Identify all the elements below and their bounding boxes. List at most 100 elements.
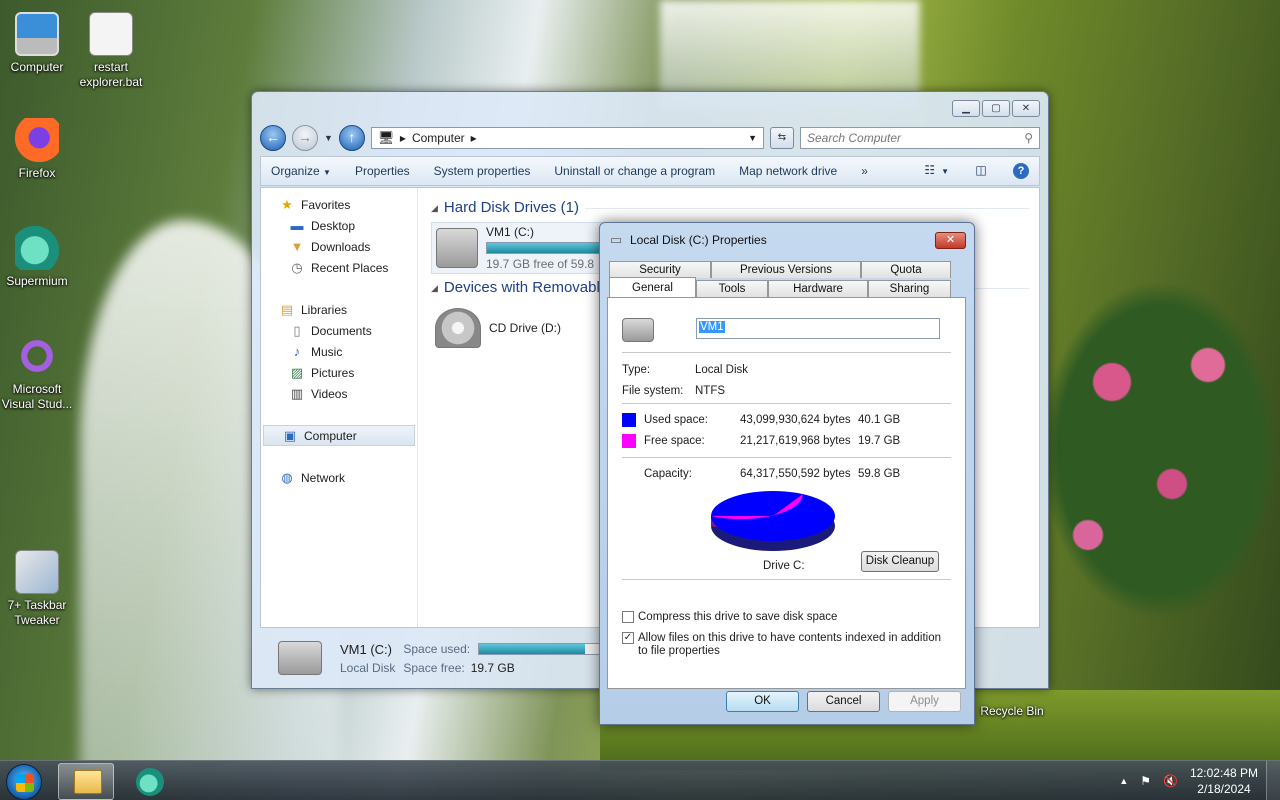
up-button[interactable]: ↑	[338, 125, 365, 151]
refresh-button[interactable]: ⇆	[770, 127, 794, 149]
details-type: Local Disk	[340, 660, 396, 675]
nav-label: Network	[301, 470, 346, 485]
properties-button[interactable]: Properties	[355, 164, 410, 178]
nav-computer[interactable]: ▣ Computer	[263, 425, 415, 446]
dialog-close-button[interactable]: ✕	[935, 232, 966, 249]
breadcrumb-separator-icon[interactable]: ▸	[471, 131, 477, 145]
batch-file-icon	[89, 12, 133, 56]
desktop-icon-recycle-bin[interactable]: Recycle Bin	[972, 704, 1052, 719]
action-center-icon[interactable]: ⚑	[1140, 774, 1151, 788]
type-value: Local Disk	[695, 364, 749, 376]
free-space-swatch	[622, 434, 636, 448]
drive-name: CD Drive (D:)	[489, 321, 561, 335]
collapse-icon[interactable]: ◢	[431, 274, 438, 302]
close-button[interactable]: ✕	[1012, 100, 1040, 117]
desktop-icon-label: 7+ Taskbar Tweaker	[7, 598, 67, 627]
nav-label: Pictures	[311, 365, 355, 380]
window-controls: ▁ ▢ ✕	[952, 100, 1040, 117]
breadcrumb-separator-icon[interactable]: ▸	[400, 131, 406, 145]
show-hidden-icons-icon[interactable]: ▲	[1119, 776, 1128, 786]
forward-button[interactable]: →	[292, 125, 318, 151]
nav-network[interactable]: ◍ Network	[261, 467, 417, 488]
tab-tools[interactable]: Tools	[696, 280, 768, 297]
nav-documents[interactable]: ▯ Documents	[261, 320, 417, 341]
organize-button[interactable]: Organize ▼	[271, 164, 331, 178]
desktop-icon-taskbar-tweaker[interactable]: 7+ Taskbar Tweaker	[0, 550, 77, 628]
maximize-button[interactable]: ▢	[982, 100, 1010, 117]
apply-button[interactable]: Apply	[888, 691, 961, 712]
cancel-button[interactable]: Cancel	[807, 691, 880, 712]
compress-checkbox[interactable]	[622, 611, 634, 623]
nav-favorites[interactable]: ★ Favorites	[261, 194, 417, 215]
more-commands-button[interactable]: »	[861, 164, 868, 178]
map-network-drive-button[interactable]: Map network drive	[739, 164, 837, 178]
preview-pane-button[interactable]: ◫	[973, 163, 989, 179]
taskbar-explorer-button[interactable]	[58, 763, 114, 800]
change-view-button[interactable]: ☷ ▼	[922, 163, 949, 179]
recent-places-icon: ◷	[291, 259, 303, 275]
desktop-icon-supermium[interactable]: Supermium	[0, 226, 77, 289]
address-bar[interactable]: 🖥 ▸ Computer ▸ ▼	[370, 127, 764, 149]
desktop-icon-computer[interactable]: Computer	[0, 12, 77, 75]
start-button[interactable]	[6, 764, 42, 800]
nav-recent-places[interactable]: ◷ Recent Places	[261, 257, 417, 278]
nav-videos[interactable]: ▥ Videos	[261, 383, 417, 404]
desktop-icon-label: Computer	[10, 60, 64, 74]
nav-pictures[interactable]: ▨ Pictures	[261, 362, 417, 383]
tab-security[interactable]: Security	[609, 261, 711, 278]
help-icon[interactable]: ?	[1013, 163, 1029, 179]
tab-hardware[interactable]: Hardware	[768, 280, 868, 297]
back-button[interactable]: ←	[260, 125, 286, 151]
nav-libraries[interactable]: ▤ Libraries	[261, 299, 417, 320]
ok-button[interactable]: OK	[726, 691, 799, 712]
divider	[622, 579, 951, 580]
tab-quota[interactable]: Quota	[861, 261, 951, 278]
recent-pages-dropdown-icon[interactable]: ▼	[324, 133, 333, 143]
desktop-icon-restart-explorer[interactable]: restart explorer.bat	[71, 12, 151, 90]
nav-music[interactable]: ♪ Music	[261, 341, 417, 362]
type-label: Type:	[622, 364, 651, 376]
search-input[interactable]: Search Computer ⚲	[800, 127, 1040, 149]
chevron-down-icon: ▼	[323, 168, 331, 177]
compress-option[interactable]: Compress this drive to save disk space	[622, 611, 837, 623]
type-row: Type: Local Disk	[622, 364, 748, 376]
taskbar-supermium-button[interactable]	[122, 763, 178, 800]
desktop-icon-firefox[interactable]: Firefox	[0, 118, 77, 181]
nav-desktop[interactable]: ▬ Desktop	[261, 215, 417, 236]
desktop-icon-label: Microsoft Visual Stud...	[1, 382, 73, 411]
used-space-row: Used space: 43,099,930,624 bytes 40.1 GB	[622, 413, 900, 427]
address-dropdown-icon[interactable]: ▼	[748, 133, 757, 143]
breadcrumb-computer[interactable]: Computer	[412, 131, 465, 145]
space-used-fill	[479, 644, 585, 654]
tab-previous-versions[interactable]: Previous Versions	[711, 261, 861, 278]
file-system-value: NTFS	[695, 385, 726, 397]
supermium-icon	[136, 768, 164, 796]
drive-name-input[interactable]: VM1	[696, 318, 940, 339]
uninstall-program-button[interactable]: Uninstall or change a program	[554, 164, 715, 178]
pictures-icon: ▨	[290, 364, 304, 380]
volume-muted-icon[interactable]: 🔇	[1163, 774, 1178, 788]
collapse-icon[interactable]: ◢	[431, 194, 438, 222]
desktop-icon-label: Recycle Bin	[980, 704, 1044, 718]
capacity-size: 59.8 GB	[858, 468, 901, 480]
tab-sharing[interactable]: Sharing	[868, 280, 951, 297]
file-system-label: File system:	[622, 385, 684, 397]
libraries-icon: ▤	[280, 301, 294, 317]
show-desktop-button[interactable]	[1266, 761, 1280, 800]
index-label: Allow files on this drive to have conten…	[638, 632, 942, 657]
nav-downloads[interactable]: ▼ Downloads	[261, 236, 417, 257]
disk-cleanup-button[interactable]: Disk Cleanup	[861, 551, 939, 572]
capacity-row: Capacity: 64,317,550,592 bytes 59.8 GB	[622, 468, 900, 480]
tabs-row-bottom: General Tools Hardware Sharing	[609, 277, 959, 297]
clock[interactable]: 12:02:48 PM 2/18/2024	[1190, 765, 1258, 797]
index-option[interactable]: ✓ Allow files on this drive to have cont…	[622, 632, 951, 658]
index-checkbox[interactable]: ✓	[622, 632, 634, 644]
desktop-icon-visual-studio[interactable]: Microsoft Visual Stud...	[0, 334, 77, 412]
nav-label: Recent Places	[311, 260, 389, 275]
drive-label: Drive C:	[763, 560, 805, 572]
minimize-button[interactable]: ▁	[952, 100, 980, 117]
system-properties-button[interactable]: System properties	[434, 164, 531, 178]
group-header-hard-disks[interactable]: ◢ Hard Disk Drives (1)	[431, 194, 1029, 222]
properties-dialog: ▭ Local Disk (C:) Properties ✕ Security …	[599, 222, 975, 725]
tab-general[interactable]: General	[609, 277, 696, 297]
